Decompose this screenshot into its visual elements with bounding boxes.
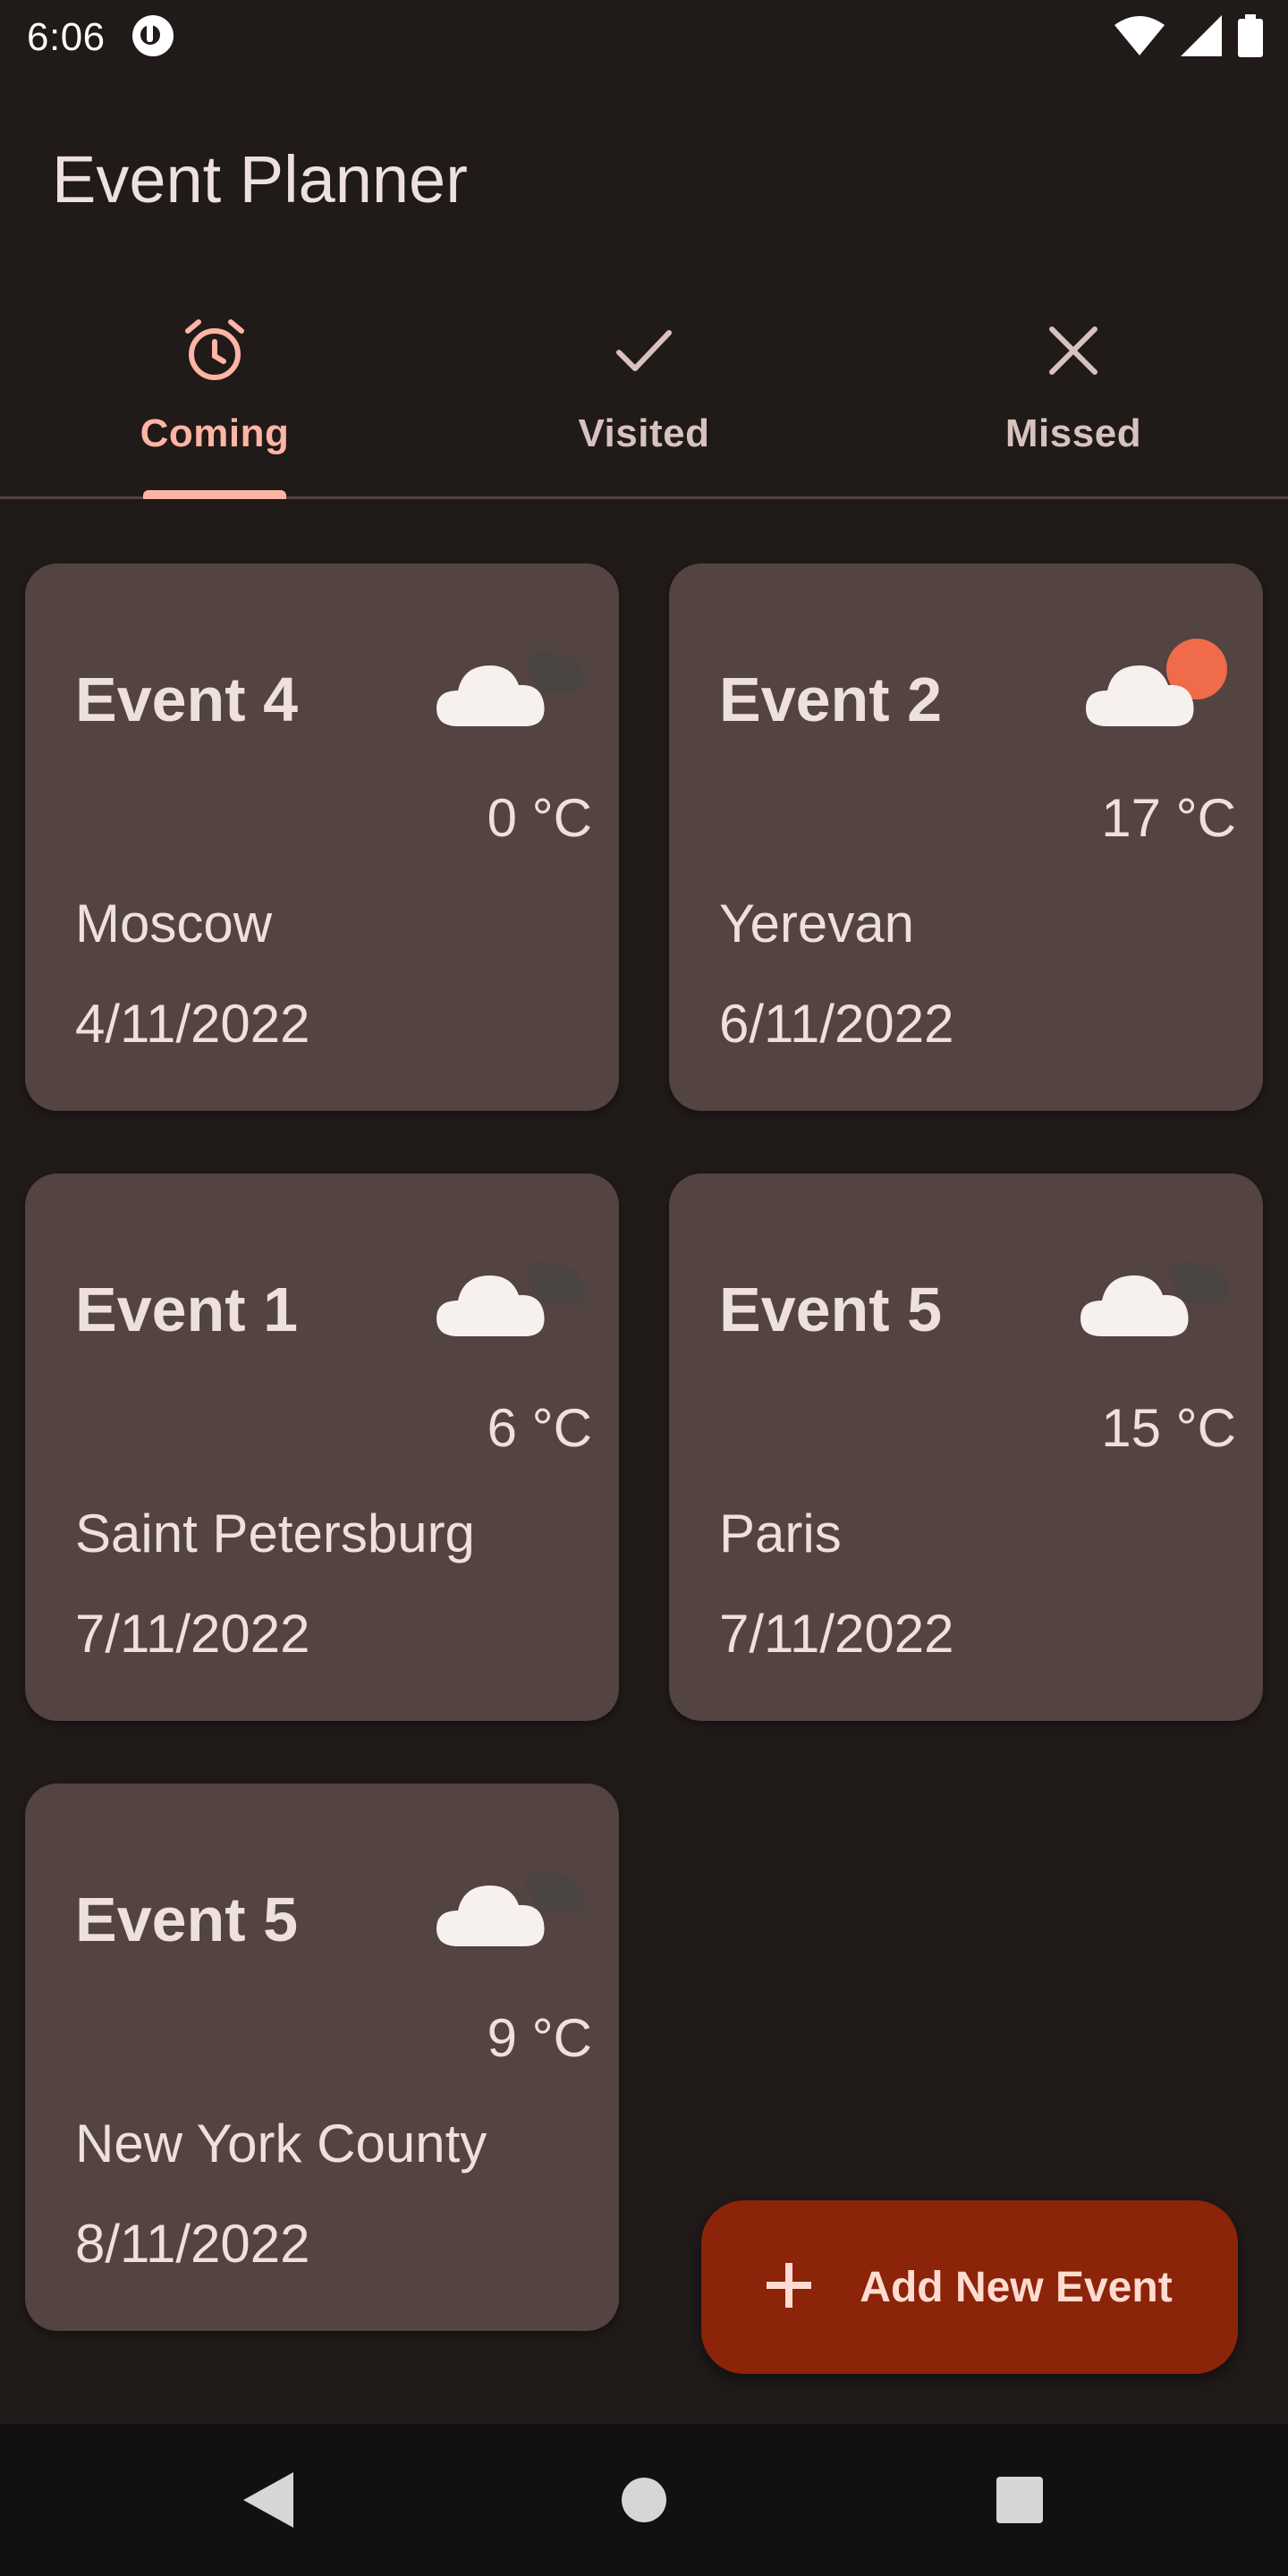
event-date: 8/11/2022: [75, 2214, 310, 2274]
tab-label: Visited: [578, 411, 710, 455]
cell-signal-icon: [1181, 14, 1222, 61]
event-city: Paris: [719, 1504, 842, 1563]
tab-label: Missed: [1004, 411, 1142, 455]
event-temperature: 17 °C: [1101, 788, 1236, 848]
app-title: Event Planner: [52, 141, 468, 216]
home-icon[interactable]: [604, 2460, 684, 2540]
event-temperature: 0 °C: [487, 788, 592, 848]
event-temperature: 9 °C: [487, 2008, 592, 2068]
cloudy-night-icon: [431, 1846, 592, 1953]
cloudy-night-icon: [1075, 1236, 1236, 1343]
event-title: Event 5: [75, 1885, 298, 1954]
event-card[interactable]: Event 1 6 °C Saint Petersburg 7/11/2022: [25, 1174, 619, 1721]
app-bar: Event Planner: [0, 75, 1288, 283]
tab-missed[interactable]: Missed: [859, 295, 1288, 496]
cloudy-sun-icon: [1075, 626, 1236, 733]
wifi-icon: [1114, 15, 1165, 60]
event-title: Event 2: [719, 665, 942, 734]
event-city: Saint Petersburg: [75, 1504, 475, 1563]
add-new-event-button[interactable]: Add New Event: [701, 2200, 1238, 2374]
event-card[interactable]: Event 4 0 °C Moscow 4/11/2022: [25, 564, 619, 1111]
cloudy-night-icon: [431, 1236, 592, 1343]
event-title: Event 4: [75, 665, 298, 734]
tab-bar: Coming Visited Missed: [0, 295, 1288, 499]
check-icon: [608, 315, 680, 386]
event-title: Event 5: [719, 1275, 942, 1344]
event-temperature: 15 °C: [1101, 1398, 1236, 1458]
tab-visited[interactable]: Visited: [429, 295, 859, 496]
event-temperature: 6 °C: [487, 1398, 592, 1458]
event-title: Event 1: [75, 1275, 298, 1344]
event-date: 7/11/2022: [75, 1604, 310, 1664]
event-date: 7/11/2022: [719, 1604, 954, 1664]
event-city: New York County: [75, 2114, 487, 2174]
event-date: 4/11/2022: [75, 994, 310, 1054]
add-new-event-label: Add New Event: [860, 2263, 1173, 2311]
event-grid: Event 4 0 °C Moscow 4/11/2022 Event 2 17…: [25, 564, 1263, 2331]
alarm-icon: [179, 315, 250, 386]
tab-active-indicator: [143, 490, 286, 499]
event-city: Yerevan: [719, 894, 914, 953]
close-icon: [1038, 315, 1109, 386]
recents-icon[interactable]: [979, 2460, 1060, 2540]
system-nav-bar: [0, 2424, 1288, 2576]
event-card[interactable]: Event 2 17 °C Yerevan 6/11/2022: [669, 564, 1263, 1111]
tab-label: Coming: [140, 411, 290, 455]
event-date: 6/11/2022: [719, 994, 954, 1054]
battery-icon: [1238, 13, 1263, 62]
event-card[interactable]: Event 5 9 °C New York County 8/11/2022: [25, 1784, 619, 2331]
status-time: 6:06: [27, 15, 106, 59]
back-icon[interactable]: [228, 2460, 309, 2540]
plus-icon: [767, 2262, 812, 2312]
event-city: Moscow: [75, 894, 273, 953]
status-bar: 6:06: [0, 0, 1288, 75]
notification-app-icon: [131, 13, 175, 63]
tab-coming[interactable]: Coming: [0, 295, 429, 499]
event-card[interactable]: Event 5 15 °C Paris 7/11/2022: [669, 1174, 1263, 1721]
cloudy-night-icon: [431, 626, 592, 733]
